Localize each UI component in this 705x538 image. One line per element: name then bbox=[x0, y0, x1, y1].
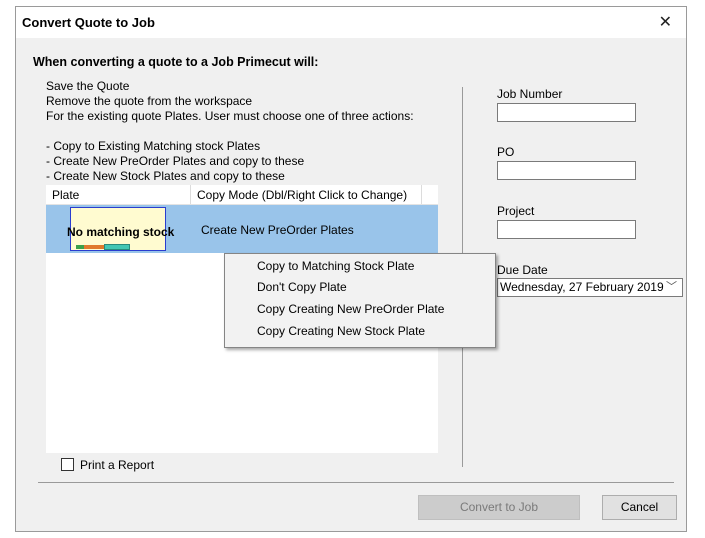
plate-bar-orange bbox=[84, 245, 104, 249]
info-line: For the existing quote Plates. User must… bbox=[46, 109, 414, 123]
cancel-button[interactable]: Cancel bbox=[602, 495, 677, 520]
menu-item-copy-matching[interactable]: Copy to Matching Stock Plate bbox=[257, 259, 414, 273]
info-line: Save the Quote bbox=[46, 79, 130, 93]
copy-mode-context-menu: Copy to Matching Stock Plate Don't Copy … bbox=[224, 253, 496, 348]
plate-bar-teal bbox=[104, 244, 130, 250]
info-line: - Copy to Existing Matching stock Plates bbox=[46, 139, 261, 153]
footer-divider bbox=[38, 482, 674, 483]
menu-item-copy-new-stock[interactable]: Copy Creating New Stock Plate bbox=[257, 324, 425, 338]
menu-item-copy-new-preorder[interactable]: Copy Creating New PreOrder Plate bbox=[257, 302, 444, 316]
project-field[interactable] bbox=[497, 220, 636, 239]
info-line: - Create New Stock Plates and copy to th… bbox=[46, 169, 285, 183]
table-row[interactable]: No matching stock Create New PreOrder Pl… bbox=[46, 205, 438, 253]
column-divider bbox=[190, 185, 191, 204]
due-date-label: Due Date bbox=[497, 263, 548, 277]
column-header-plate[interactable]: Plate bbox=[52, 188, 79, 202]
plate-cell[interactable]: No matching stock bbox=[67, 207, 174, 251]
close-icon[interactable]: ✕ bbox=[659, 12, 672, 32]
grid-header: Plate Copy Mode (Dbl/Right Click to Chan… bbox=[46, 185, 438, 205]
due-date-picker[interactable]: Wednesday, 27 February 2019 ﹀ bbox=[497, 278, 683, 297]
title-bar: Convert Quote to Job ✕ bbox=[16, 7, 686, 38]
job-number-field[interactable] bbox=[497, 103, 636, 122]
info-line: - Create New PreOrder Plates and copy to… bbox=[46, 154, 305, 168]
due-date-value: Wednesday, 27 February 2019 bbox=[500, 280, 664, 294]
po-label: PO bbox=[497, 145, 515, 159]
plate-status-text: No matching stock bbox=[67, 225, 175, 239]
print-report-label[interactable]: Print a Report bbox=[80, 458, 154, 472]
plate-bar-green bbox=[76, 245, 84, 249]
convert-to-job-button[interactable]: Convert to Job bbox=[418, 495, 580, 520]
dialog-title: Convert Quote to Job bbox=[22, 15, 155, 30]
column-header-copy-mode[interactable]: Copy Mode (Dbl/Right Click to Change) bbox=[197, 188, 407, 202]
column-divider bbox=[421, 185, 422, 204]
job-number-label: Job Number bbox=[497, 87, 563, 101]
po-field[interactable] bbox=[497, 161, 636, 180]
project-label: Project bbox=[497, 204, 535, 218]
instructions-heading: When converting a quote to a Job Primecu… bbox=[33, 55, 319, 69]
copy-mode-cell[interactable]: Create New PreOrder Plates bbox=[201, 223, 354, 237]
print-report-checkbox[interactable] bbox=[61, 458, 74, 471]
chevron-down-icon[interactable]: ﹀ bbox=[666, 279, 677, 296]
menu-item-dont-copy[interactable]: Don't Copy Plate bbox=[257, 280, 347, 294]
info-line: Remove the quote from the workspace bbox=[46, 94, 253, 108]
